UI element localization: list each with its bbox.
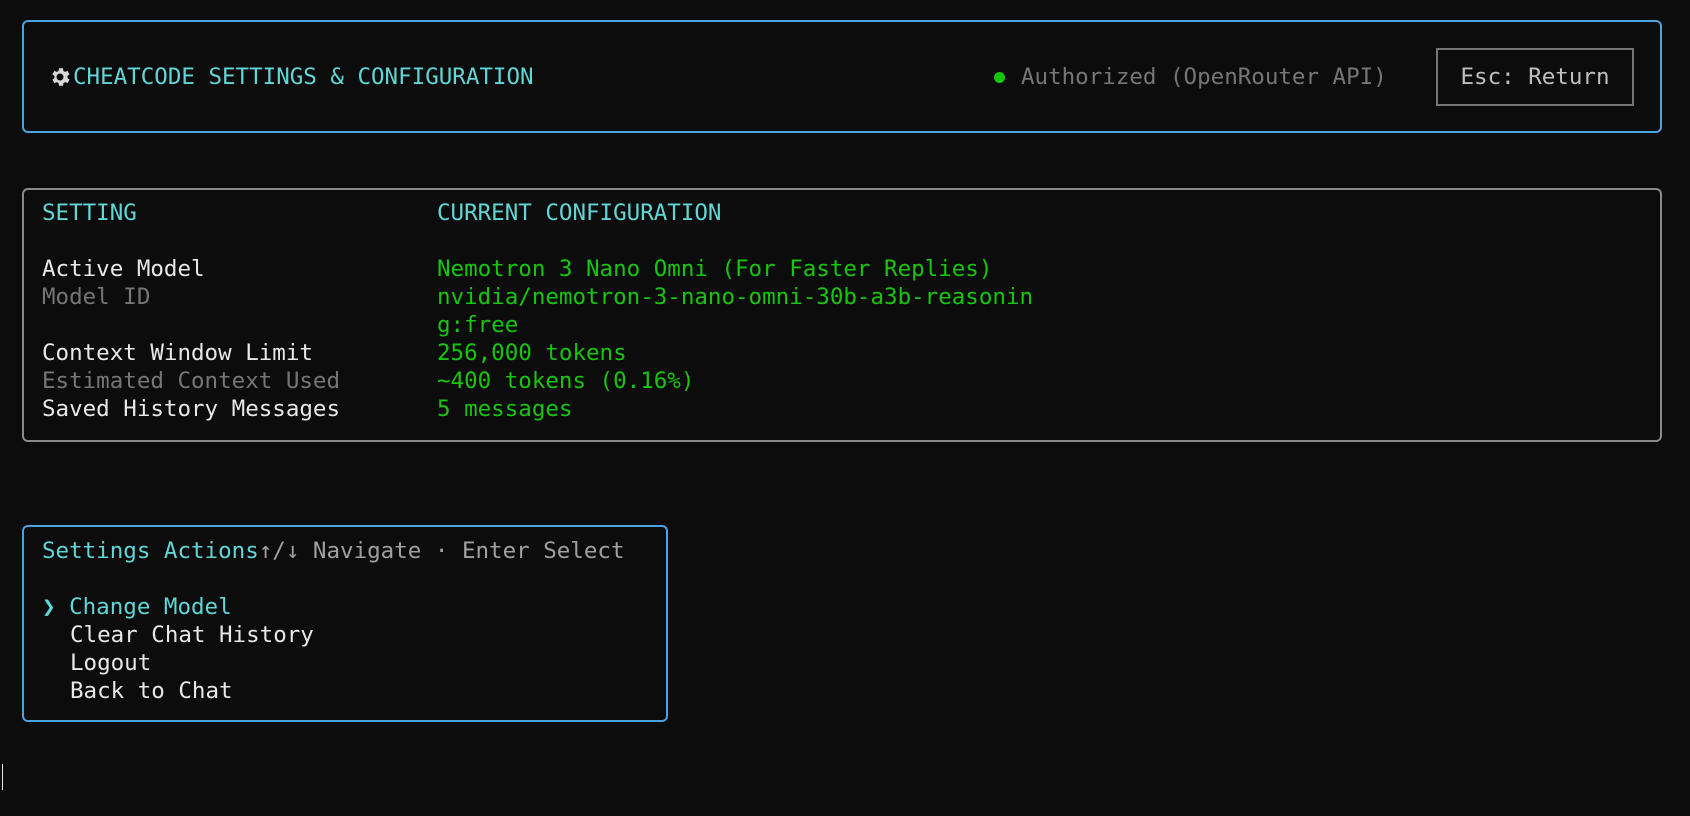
auth-status: Authorized (OpenRouter API) xyxy=(994,64,1387,90)
actions-panel: Settings Actions↑/↓ Navigate · Enter Sel… xyxy=(22,525,668,722)
actions-title: Settings Actions xyxy=(42,538,259,564)
selector-chevron-icon: ❯ xyxy=(42,594,56,620)
page-title-wrap: CHEATCODE SETTINGS & CONFIGURATION xyxy=(48,64,534,90)
setting-value-active-model: Nemotron 3 Nano Omni (For Faster Replies… xyxy=(437,256,993,282)
page-title: CHEATCODE SETTINGS & CONFIGURATION xyxy=(73,64,534,90)
actions-header: Settings Actions↑/↓ Navigate · Enter Sel… xyxy=(42,537,625,565)
setting-label-active-model: Active Model xyxy=(42,256,205,282)
column-header-current: CURRENT CONFIGURATION xyxy=(437,200,722,226)
auth-status-text: Authorized (OpenRouter API) xyxy=(1021,64,1387,90)
setting-label-model-id: Model ID xyxy=(42,284,151,310)
menu-item-change-model[interactable]: ❯ Change Model xyxy=(42,593,232,621)
setting-value-model-id-cont: g:free xyxy=(437,312,519,338)
setting-value-saved-history: 5 messages xyxy=(437,396,573,422)
menu-item-clear-chat-history[interactable]: Clear Chat History xyxy=(70,621,314,649)
menu-item-logout[interactable]: Logout xyxy=(70,649,151,677)
setting-label-saved-history: Saved History Messages xyxy=(42,396,341,422)
menu-item-label: Change Model xyxy=(69,594,232,620)
setting-label-context-used: Estimated Context Used xyxy=(42,368,341,394)
setting-label-context-window: Context Window Limit xyxy=(42,340,313,366)
setting-value-context-used: ~400 tokens (0.16%) xyxy=(437,368,695,394)
menu-item-back-to-chat[interactable]: Back to Chat xyxy=(70,677,233,705)
column-header-setting: SETTING xyxy=(42,200,137,226)
gear-icon xyxy=(52,68,70,86)
config-panel: SETTING CURRENT CONFIGURATION Active Mod… xyxy=(22,188,1662,442)
status-dot-icon xyxy=(994,71,1005,83)
actions-hint: ↑/↓ Navigate · Enter Select xyxy=(258,538,625,564)
setting-value-model-id: nvidia/nemotron-3-nano-omni-30b-a3b-reas… xyxy=(437,284,1034,310)
setting-value-context-window: 256,000 tokens xyxy=(437,340,627,366)
text-cursor xyxy=(2,764,3,790)
esc-return-button[interactable]: Esc: Return xyxy=(1436,48,1634,106)
header-panel: CHEATCODE SETTINGS & CONFIGURATION Autho… xyxy=(22,20,1662,133)
